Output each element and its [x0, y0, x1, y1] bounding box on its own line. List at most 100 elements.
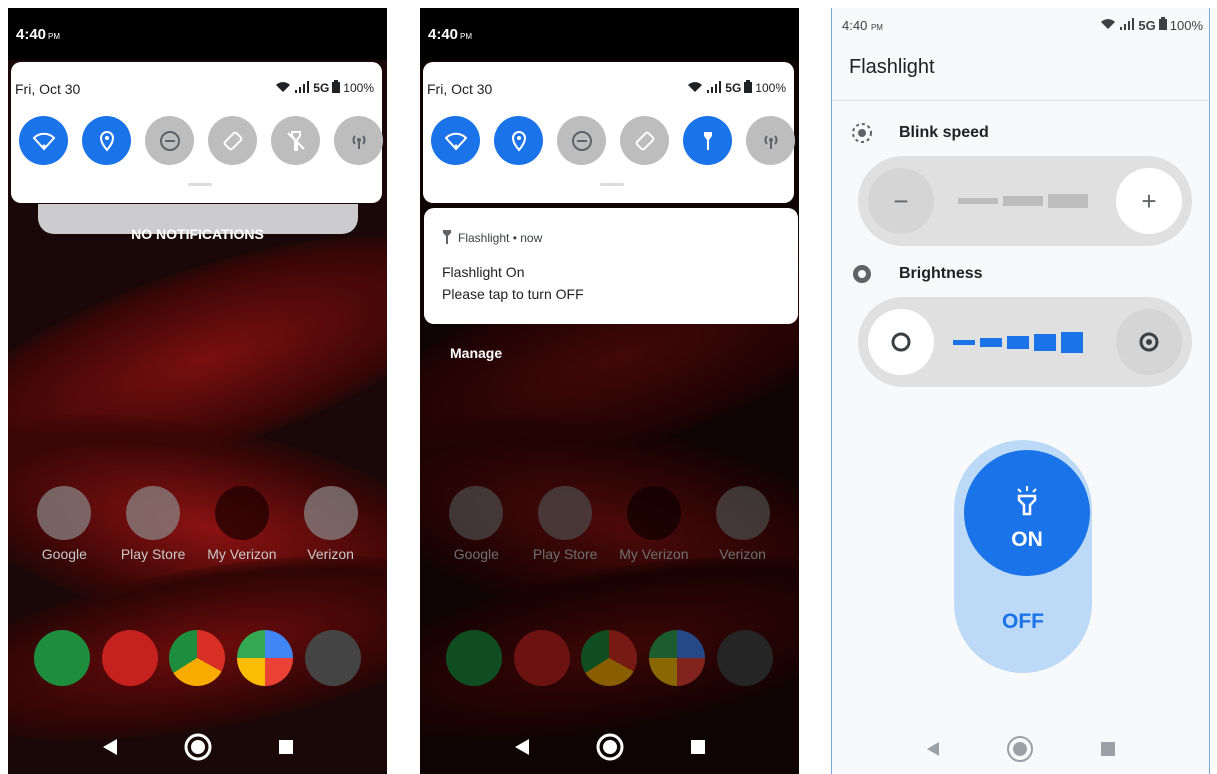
- app-my-verizon[interactable]: My Verizon: [202, 486, 282, 562]
- auto-rotate-icon: [635, 131, 654, 150]
- hotspot-icon: [352, 134, 365, 149]
- flashlight-notification[interactable]: Flashlight • now Flashlight On Please ta…: [424, 208, 798, 324]
- play-store-icon: [126, 486, 181, 540]
- status-bar: 4:40 PM: [8, 8, 387, 60]
- status-bar: 4:40 PM 5G 100%: [832, 8, 1209, 38]
- verizon-folder-icon: [303, 486, 358, 540]
- brightness-high-icon: [1139, 332, 1159, 352]
- brightness-increase-button[interactable]: [1116, 309, 1182, 375]
- location-pin-icon: [511, 130, 526, 152]
- tile-hotspot[interactable]: [746, 116, 795, 165]
- screen-home-quick-settings: 4:40 PM Fri, Oct 30 5G 100% NO NOTIFICAT…: [8, 8, 387, 774]
- qs-system-icons: 5G 100%: [275, 80, 374, 96]
- signal-icon: [294, 80, 310, 96]
- tile-flashlight[interactable]: [683, 116, 732, 165]
- brightness-decrease-button[interactable]: [868, 309, 934, 375]
- brightness-bar: [1061, 331, 1083, 353]
- camera-icon[interactable]: [305, 630, 362, 686]
- plus-icon: +: [1141, 185, 1157, 216]
- brightness-bar: [1007, 335, 1029, 349]
- home-icon[interactable]: [1006, 735, 1034, 763]
- qs-date: Fri, Oct 30: [427, 81, 493, 97]
- recents-icon[interactable]: [278, 739, 294, 755]
- tile-location[interactable]: [494, 116, 543, 165]
- tile-auto-rotate[interactable]: [620, 116, 669, 165]
- messages-icon[interactable]: [101, 630, 158, 686]
- brightness-bar: [953, 339, 975, 345]
- tile-wifi[interactable]: [431, 116, 480, 165]
- notification-title: Flashlight On: [442, 264, 525, 280]
- recents-icon[interactable]: [690, 739, 706, 755]
- drag-handle[interactable]: [188, 183, 212, 186]
- brightness-bar: [1034, 333, 1056, 351]
- back-icon[interactable]: [925, 741, 941, 757]
- blink-speed-label: Blink speed: [899, 124, 989, 141]
- blink-bar: [958, 198, 998, 204]
- recents-icon[interactable]: [1100, 741, 1116, 757]
- blink-bar: [1003, 196, 1043, 206]
- status-bar: 4:40 PM: [420, 8, 799, 60]
- flashlight-on-button[interactable]: ON: [964, 450, 1090, 576]
- back-icon[interactable]: [513, 738, 531, 756]
- drag-handle[interactable]: [600, 183, 624, 186]
- flashlight-icon: [443, 230, 451, 244]
- home-icon[interactable]: [184, 733, 212, 761]
- brightness-bars: [953, 297, 1083, 387]
- blink-speed-control[interactable]: − +: [858, 156, 1192, 246]
- brightness-control[interactable]: [858, 297, 1192, 387]
- photos-icon[interactable]: [237, 630, 294, 686]
- hotspot-icon: [764, 134, 777, 149]
- nav-bar: [832, 724, 1209, 774]
- tile-do-not-disturb[interactable]: [557, 116, 606, 165]
- brightness-label: Brightness: [899, 265, 983, 282]
- app-verizon[interactable]: Verizon: [291, 486, 371, 562]
- blink-speed-bars: [958, 156, 1088, 246]
- status-time: 4:40 PM: [428, 26, 473, 43]
- tile-location[interactable]: [82, 116, 131, 165]
- nav-bar: [8, 720, 387, 774]
- flashlight-off-icon: [286, 130, 305, 151]
- tile-wifi[interactable]: [19, 116, 68, 165]
- brightness-low-icon: [891, 332, 911, 352]
- notification-body: Please tap to turn OFF: [442, 286, 584, 302]
- battery-percent: 100%: [343, 81, 374, 95]
- tile-auto-rotate[interactable]: [208, 116, 257, 165]
- network-type: 5G: [1138, 17, 1156, 33]
- signal-icon: [706, 80, 722, 96]
- auto-rotate-icon: [223, 131, 242, 150]
- home-icon[interactable]: [596, 733, 624, 761]
- wifi-icon: [275, 81, 291, 96]
- app-google[interactable]: Google: [24, 486, 104, 562]
- google-folder-icon: [37, 486, 92, 540]
- blink-increase-button[interactable]: +: [1116, 168, 1182, 234]
- battery-icon: [332, 80, 341, 96]
- tile-flashlight[interactable]: [271, 116, 320, 165]
- tile-do-not-disturb[interactable]: [145, 116, 194, 165]
- my-verizon-icon: [214, 486, 269, 540]
- notification-header: Flashlight • now: [442, 230, 542, 245]
- tile-hotspot[interactable]: [334, 116, 383, 165]
- screen-flashlight-app: 4:40 PM 5G 100% Flashlight Blink speed −…: [831, 8, 1210, 774]
- battery-icon: [744, 80, 753, 96]
- battery-percent: 100%: [1169, 17, 1203, 33]
- back-icon[interactable]: [101, 738, 119, 756]
- off-label[interactable]: OFF: [954, 610, 1092, 634]
- flashlight-icon: [1017, 486, 1037, 516]
- brightness-icon: [853, 265, 871, 283]
- do-not-disturb-icon: [571, 130, 592, 151]
- battery-icon: [1158, 17, 1167, 33]
- blink-icon: [852, 123, 872, 143]
- blink-decrease-button[interactable]: −: [868, 168, 934, 234]
- page-title: Flashlight: [849, 56, 935, 78]
- wifi-icon: [444, 132, 467, 150]
- flashlight-toggle[interactable]: ON OFF: [954, 440, 1092, 673]
- chrome-icon[interactable]: [169, 630, 226, 686]
- status-time: 4:40 PM: [16, 26, 61, 43]
- qs-system-icons: 5G 100%: [687, 80, 786, 96]
- manage-button[interactable]: Manage: [450, 345, 502, 361]
- app-play-store[interactable]: Play Store: [113, 486, 193, 562]
- appbar-divider: [832, 100, 1209, 101]
- wifi-icon: [1100, 18, 1116, 33]
- status-icons: 5G 100%: [1100, 17, 1203, 33]
- phone-icon[interactable]: [33, 630, 90, 686]
